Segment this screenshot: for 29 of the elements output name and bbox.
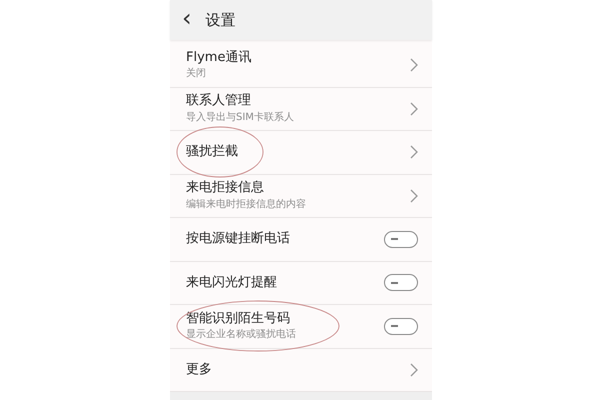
settings-row[interactable]: Flyme通讯 关闭 [170, 44, 432, 88]
row-title: Flyme通讯 [186, 50, 252, 66]
row-subtitle: 关闭 [186, 68, 207, 81]
settings-row[interactable]: 按电源键挂断电话 [170, 218, 432, 262]
row-subtitle: 显示企业名称或骚扰电话 [186, 329, 296, 342]
row-title: 更多 [186, 362, 212, 378]
page-title: 设置 [206, 10, 236, 31]
settings-row[interactable]: 智能识别陌生号码 显示企业名称或骚扰电话 [170, 305, 432, 348]
settings-row[interactable]: 来电拒接信息 编辑来电时拒接信息的内容 [170, 174, 432, 218]
toggle-switch[interactable] [384, 230, 418, 248]
settings-row[interactable]: 来电闪光灯提醒 [170, 262, 432, 305]
row-subtitle: 编辑来电时拒接信息的内容 [186, 198, 306, 212]
settings-row[interactable]: 骚扰拦截 [170, 131, 432, 174]
toggle-switch[interactable] [384, 318, 418, 335]
row-title: 智能识别陌生号码 [186, 310, 291, 328]
row-title: 来电拒接信息 [186, 180, 265, 197]
settings-row[interactable]: 联系人管理 导入导出与SIM卡联系人 [170, 88, 432, 131]
chevron-icon [410, 362, 418, 377]
chevron-icon [410, 102, 418, 116]
row-title: 联系人管理 [186, 93, 252, 110]
back-button[interactable]: ‹ [182, 6, 192, 34]
row-title: 来电闪光灯提醒 [186, 274, 277, 291]
chevron-icon [410, 58, 418, 72]
row-title: 按电源键挂断电话 [186, 231, 290, 248]
chevron-icon [410, 188, 418, 203]
row-title: 骚扰拦截 [186, 144, 238, 160]
toggle-switch[interactable] [384, 274, 418, 292]
chevron-icon [410, 145, 418, 160]
row-subtitle: 导入导出与SIM卡联系人 [186, 112, 294, 124]
